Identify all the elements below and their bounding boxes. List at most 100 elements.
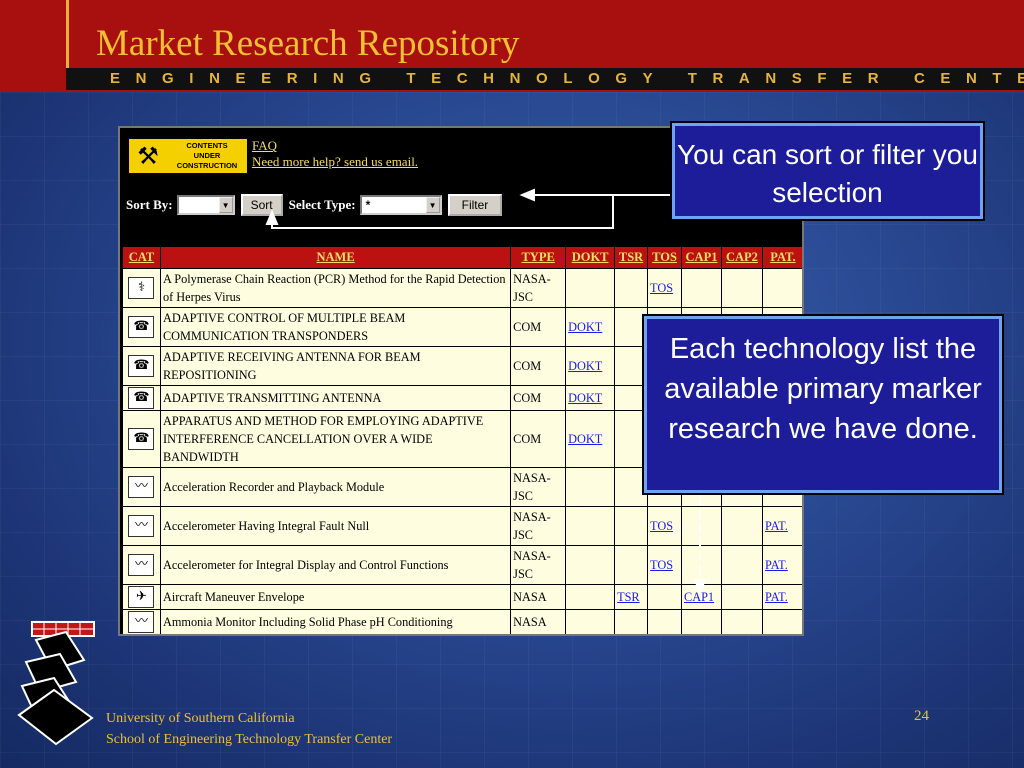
sort-filter-row: Sort By: ▼ Sort Select Type: * ▼ Filter xyxy=(126,194,503,216)
column-header-cap1[interactable]: CAP1 xyxy=(681,246,722,269)
medical-icon[interactable]: ⚕ xyxy=(128,277,155,299)
page-number: 24 xyxy=(914,708,929,724)
dokt-cell: DOKT xyxy=(565,307,616,347)
cap2-cell xyxy=(720,268,763,308)
under-construction-banner: ⚒ CONTENTS UNDER CONSTRUCTION xyxy=(128,138,248,174)
waveform-icon[interactable]: 〰 xyxy=(128,476,155,498)
name-cell: Accelerometer for Integral Display and C… xyxy=(159,545,512,585)
type-cell: COM xyxy=(510,307,567,347)
table-row: ✈ Aircraft Maneuver Envelope NASA TSR CAP1 PA… xyxy=(122,584,802,610)
table-header-row: CAT NAME TYPE DOKT TSR TOS CAP1 CAP2 PAT… xyxy=(122,246,802,269)
column-header-pat[interactable]: PAT. xyxy=(761,246,802,269)
cap2-cell xyxy=(720,506,763,546)
cap2-cell xyxy=(720,584,763,610)
column-header-tos[interactable]: TOS xyxy=(647,246,683,269)
column-header-cap2[interactable]: CAP2 xyxy=(720,246,763,269)
tos-cell: TOS xyxy=(647,268,683,308)
column-header-tsr[interactable]: TSR xyxy=(614,246,649,269)
name-cell: A Polymerase Chain Reaction (PCR) Method… xyxy=(159,268,512,308)
email-help-link[interactable]: Need more help? send us email. xyxy=(252,154,418,170)
tsr-cell xyxy=(614,268,649,308)
tsr-cell xyxy=(614,609,649,634)
tos-cell xyxy=(647,584,683,610)
dokt-cell xyxy=(565,268,616,308)
pat-link[interactable]: PAT. xyxy=(765,590,788,604)
construction-line-1: CONTENTS xyxy=(186,141,228,150)
sort-by-select[interactable]: ▼ xyxy=(176,195,235,215)
name-cell: ADAPTIVE RECEIVING ANTENNA FOR BEAM REPO… xyxy=(159,346,512,386)
type-cell: COM xyxy=(510,346,567,386)
dokt-cell xyxy=(565,584,616,610)
dokt-cell: DOKT xyxy=(565,385,616,411)
cap1-cell xyxy=(681,268,722,308)
waveform-icon[interactable]: 〰 xyxy=(128,554,155,576)
tsr-cell xyxy=(614,545,649,585)
communications-icon[interactable]: ☎ xyxy=(128,387,155,409)
dokt-link[interactable]: DOKT xyxy=(568,432,602,446)
tsr-cell xyxy=(614,385,649,411)
tsr-cell: TSR xyxy=(614,584,649,610)
cap1-cell xyxy=(681,545,722,585)
dokt-link[interactable]: DOKT xyxy=(568,359,602,373)
pat-cell: PAT. xyxy=(761,506,802,546)
footer-school: School of Engineering Technology Transfe… xyxy=(106,732,393,747)
column-header-type[interactable]: TYPE xyxy=(510,246,567,269)
technology-list-callout: Each technology list the available prima… xyxy=(642,314,1004,495)
cat-cell: ☎ xyxy=(122,385,161,411)
tsr-link[interactable]: TSR xyxy=(617,590,640,604)
chevron-down-icon[interactable]: ▼ xyxy=(218,197,233,213)
select-type-select[interactable]: * ▼ xyxy=(359,195,442,215)
footer-university: University of Southern California xyxy=(106,711,295,726)
communications-icon[interactable]: ☎ xyxy=(128,428,155,450)
name-cell: Ammonia Monitor Including Solid Phase pH… xyxy=(159,609,512,634)
construction-line-2: UNDER xyxy=(193,151,221,160)
pat-link[interactable]: PAT. xyxy=(765,558,788,572)
type-cell: NASA-JSC xyxy=(510,545,567,585)
communications-icon[interactable]: ☎ xyxy=(128,316,155,338)
tsr-cell xyxy=(614,307,649,347)
type-cell: NASA-JSC xyxy=(510,506,567,546)
cat-cell: ☎ xyxy=(122,346,161,386)
chevron-down-icon[interactable]: ▼ xyxy=(425,197,440,213)
dokt-cell xyxy=(565,545,616,585)
waveform-icon[interactable]: 〰 xyxy=(128,611,155,633)
column-header-cat[interactable]: CAT xyxy=(122,246,161,269)
cat-cell: ✈ xyxy=(122,584,161,610)
construction-line-3: CONSTRUCTION xyxy=(176,161,238,170)
column-header-name[interactable]: NAME xyxy=(159,246,512,269)
slide-subtitle: ENGINEERING TECHNOLOGY TRANSFER CENTER xyxy=(110,70,1024,87)
tos-link[interactable]: TOS xyxy=(650,519,673,533)
pat-cell: PAT. xyxy=(761,545,802,585)
tos-cell xyxy=(647,609,683,634)
communications-icon[interactable]: ☎ xyxy=(128,355,155,377)
filter-button[interactable]: Filter xyxy=(447,194,503,216)
table-row: 〰 Ammonia Monitor Including Solid Phase p… xyxy=(122,609,802,634)
faq-link[interactable]: FAQ xyxy=(252,138,418,154)
column-header-dokt[interactable]: DOKT xyxy=(565,246,616,269)
pat-link[interactable]: PAT. xyxy=(765,519,788,533)
tos-link[interactable]: TOS xyxy=(650,281,673,295)
waveform-icon[interactable]: 〰 xyxy=(128,515,155,537)
cap1-cell: CAP1 xyxy=(681,584,722,610)
tos-link[interactable]: TOS xyxy=(650,558,673,572)
dokt-link[interactable]: DOKT xyxy=(568,391,602,405)
type-cell: COM xyxy=(510,410,567,468)
header-accent-bar xyxy=(66,0,69,70)
pat-cell xyxy=(761,609,802,634)
tsr-cell xyxy=(614,410,649,468)
pat-cell xyxy=(761,268,802,308)
sort-button[interactable]: Sort xyxy=(240,194,283,216)
cat-cell: 〰 xyxy=(122,467,161,507)
cap1-link[interactable]: CAP1 xyxy=(684,590,714,604)
table-row: ⚕ A Polymerase Chain Reaction (PCR) Metho… xyxy=(122,268,802,308)
dokt-cell xyxy=(565,467,616,507)
name-cell: Accelerometer Having Integral Fault Null xyxy=(159,506,512,546)
dokt-link[interactable]: DOKT xyxy=(568,320,602,334)
type-cell: NASA-JSC xyxy=(510,467,567,507)
slide-title: Market Research Repository xyxy=(96,23,520,64)
name-cell: ADAPTIVE TRANSMITTING ANTENNA xyxy=(159,385,512,411)
tos-cell: TOS xyxy=(647,506,683,546)
help-links: FAQ Need more help? send us email. xyxy=(252,138,418,170)
aircraft-icon[interactable]: ✈ xyxy=(128,586,155,608)
sort-filter-callout: You can sort or filter you selection xyxy=(670,121,985,221)
